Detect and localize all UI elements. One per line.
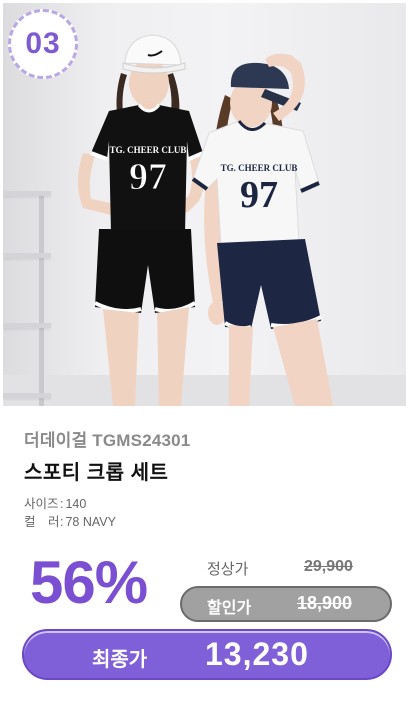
shirt-print-right: TG. CHEER CLUB [221,163,298,173]
shirt-number-right: 97 [240,174,278,216]
shirt-number-left: 97 [129,156,167,198]
product-brand: 더데이걸 TGMS24301 [24,431,191,450]
regular-price: 29,900 [304,558,353,575]
model-right: TG. CHEER CLUB 97 [191,53,333,406]
discount-price-label: 할인가 [207,600,252,617]
regular-price-label: 정상가 [207,561,249,578]
product-card[interactable]: TG. CHEER CLUB 97 TG. CHEER CLUB 97 03 더… [0,0,409,714]
option-size-value: 140 [65,497,87,511]
option-color: 컬 러: 78 NAVY [24,511,116,530]
rank-number: 03 [25,27,61,60]
shirt-print-left: TG. CHEER CLUB [110,145,187,155]
product-name[interactable]: 스포티 크롭 세트 [24,456,168,485]
final-price: 13,230 [205,636,309,672]
option-color-value: 78 NAVY [65,515,116,529]
final-price-label: 최종가 [92,649,148,671]
option-size: 사이즈: 140 [24,493,86,512]
option-size-label: 사이즈 [24,497,59,511]
rank-badge: 03 [8,9,78,79]
model-left: TG. CHEER CLUB 97 [78,34,205,406]
option-color-label: 컬 러 [24,515,60,529]
product-image[interactable]: TG. CHEER CLUB 97 TG. CHEER CLUB 97 03 [3,3,406,406]
discount-price: 18,900 [297,593,353,613]
discount-percent: 56% [30,549,148,616]
